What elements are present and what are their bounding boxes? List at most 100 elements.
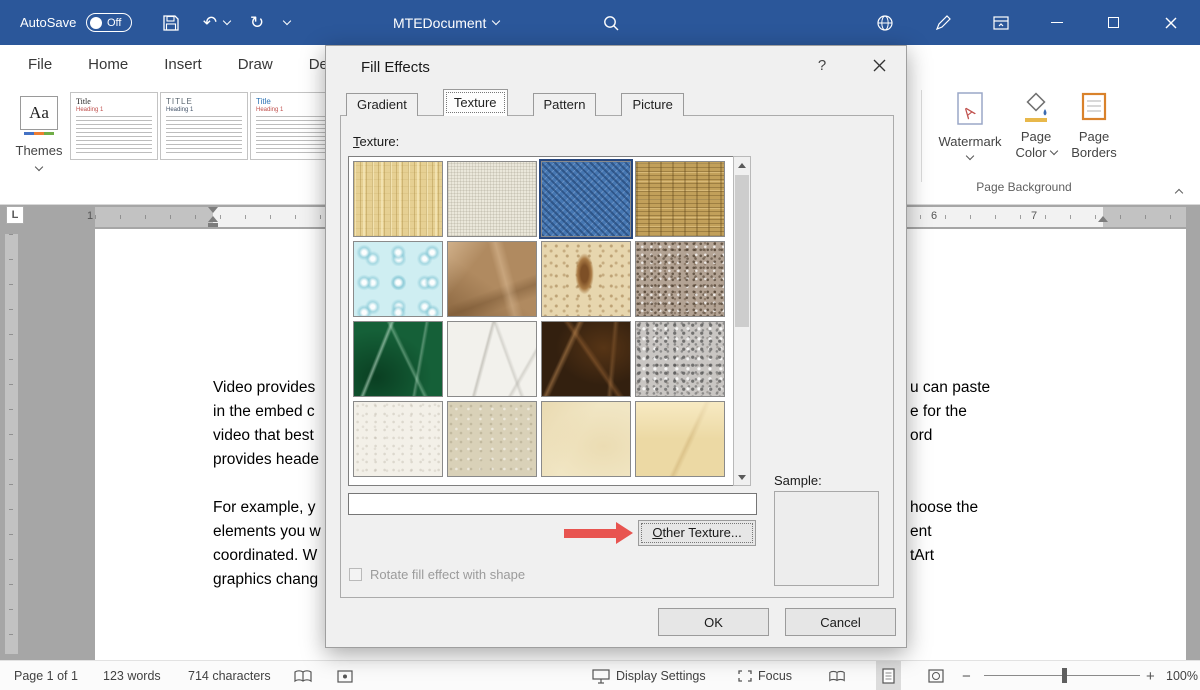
focus-button[interactable]: Focus [738, 661, 792, 690]
print-layout-icon[interactable] [876, 661, 901, 690]
texture-scrollbar[interactable] [733, 156, 751, 486]
dialog-tab-pattern[interactable]: Pattern [533, 93, 597, 116]
right-indent-marker[interactable] [1098, 216, 1108, 222]
undo-icon[interactable]: ↶ [197, 0, 223, 45]
document-text-line: coordinated. W [213, 544, 321, 568]
zoom-slider[interactable] [984, 675, 1140, 676]
fill-effects-dialog: Fill Effects ? GradientTexturePatternPic… [325, 45, 907, 648]
other-texture-button[interactable]: Other Texture... [638, 520, 756, 546]
web-layout-icon[interactable] [928, 661, 944, 690]
zoom-out-button[interactable]: − [962, 661, 971, 690]
focus-label: Focus [758, 669, 792, 683]
ribbon-tab-insert[interactable]: Insert [150, 45, 216, 85]
zoom-slider-thumb[interactable] [1062, 668, 1067, 683]
texture-swatch-recycled-paper[interactable] [447, 401, 537, 477]
page-borders-button[interactable]: Page Borders [1066, 91, 1122, 160]
texture-swatch-denim[interactable] [541, 161, 631, 237]
dialog-tab-picture[interactable]: Picture [621, 93, 683, 116]
focus-icon [738, 670, 752, 682]
texture-swatch-woven-mat[interactable] [635, 161, 725, 237]
texture-swatch-stationery[interactable] [635, 401, 725, 477]
monitor-icon [592, 669, 610, 684]
texture-swatch-parchment[interactable] [541, 401, 631, 477]
themes-button[interactable]: Aa Themes [12, 90, 66, 198]
close-icon[interactable] [1158, 0, 1184, 45]
collapse-ribbon-icon[interactable] [1176, 183, 1182, 201]
globe-icon[interactable] [872, 0, 898, 45]
group-divider [921, 90, 922, 182]
texture-swatch-brown-marble[interactable] [541, 321, 631, 397]
texture-swatch-water-droplets[interactable] [353, 241, 443, 317]
vertical-ruler [5, 234, 18, 654]
toolbar-chevron-icon[interactable] [284, 0, 290, 45]
ribbon-tab-home[interactable]: Home [74, 45, 142, 85]
dialog-close-icon[interactable] [864, 52, 894, 78]
texture-swatch-newsprint[interactable] [353, 401, 443, 477]
texture-name-input[interactable] [348, 493, 757, 515]
texture-swatch-sand[interactable] [635, 241, 725, 317]
texture-swatch-white-marble[interactable] [447, 321, 537, 397]
first-line-indent-marker[interactable] [208, 207, 218, 213]
maximize-icon[interactable] [1100, 0, 1126, 45]
minimize-icon[interactable] [1044, 0, 1070, 45]
tab-stop-selector[interactable]: L [6, 206, 24, 224]
document-text-line: elements you w [213, 520, 321, 544]
themes-label: Themes [16, 143, 63, 158]
search-icon[interactable] [598, 0, 624, 45]
watermark-button[interactable]: A Watermark [938, 91, 1002, 159]
dialog-tab-gradient[interactable]: Gradient [346, 93, 418, 116]
autosave-toggle[interactable]: Off [86, 13, 132, 32]
style-title: Title [76, 97, 152, 106]
texture-swatch-paper-bag[interactable] [447, 241, 537, 317]
scroll-down-icon[interactable] [734, 469, 750, 485]
undo-chevron-icon[interactable] [224, 0, 230, 45]
scroll-up-icon[interactable] [734, 157, 750, 173]
hanging-indent-marker[interactable] [208, 216, 218, 222]
cancel-button[interactable]: Cancel [785, 608, 896, 636]
dialog-tab-texture[interactable]: Texture [443, 89, 508, 116]
save-icon[interactable] [158, 0, 184, 45]
zoom-level[interactable]: 100% [1166, 661, 1198, 690]
ribbon-tab-draw[interactable]: Draw [224, 45, 287, 85]
document-text-line: For example, y [213, 496, 321, 520]
rotate-fill-checkbox[interactable] [349, 568, 362, 581]
document-text-line: ent [910, 520, 990, 544]
page-color-icon [1021, 91, 1051, 124]
zoom-in-button[interactable]: + [1146, 661, 1155, 690]
style-body-lines [166, 116, 242, 154]
display-settings-button[interactable]: Display Settings [592, 661, 706, 690]
read-mode-icon[interactable] [828, 661, 846, 690]
chevron-down-icon [1049, 147, 1057, 155]
autosave-label: AutoSave [20, 0, 76, 45]
page-borders-label-2: Borders [1071, 145, 1117, 160]
ribbon-display-options-icon[interactable] [988, 0, 1014, 45]
character-count[interactable]: 714 characters [188, 661, 271, 690]
texture-swatch-papyrus[interactable] [353, 161, 443, 237]
annotation-arrow-head [616, 522, 633, 544]
autosave-state: Off [107, 17, 121, 29]
ribbon-tab-file[interactable]: File [14, 45, 66, 85]
pen-icon[interactable] [930, 0, 956, 45]
texture-swatch-canvas[interactable] [447, 161, 537, 237]
page-color-button[interactable]: Page Color [1010, 91, 1062, 160]
style-body-lines [76, 116, 152, 154]
document-title[interactable]: MTEDocument [393, 0, 499, 45]
redo-icon[interactable]: ↻ [244, 0, 270, 45]
texture-swatch-green-marble[interactable] [353, 321, 443, 397]
texture-swatch-granite[interactable] [635, 321, 725, 397]
ruler-number: 7 [1031, 210, 1037, 222]
sample-label: Sample: [774, 473, 822, 488]
help-button[interactable]: ? [812, 57, 832, 74]
texture-swatch-fish-fossil[interactable] [541, 241, 631, 317]
ok-button[interactable]: OK [658, 608, 769, 636]
page-borders-icon [1079, 91, 1109, 122]
scrollbar-thumb[interactable] [735, 175, 749, 327]
annotation-arrow [564, 529, 616, 538]
macro-record-icon[interactable] [337, 661, 353, 690]
document-formatting-style-1[interactable]: Title Heading 1 [70, 92, 158, 160]
left-indent-marker[interactable] [208, 223, 218, 227]
page-indicator[interactable]: Page 1 of 1 [14, 661, 78, 690]
document-formatting-style-2[interactable]: TITLE Heading 1 [160, 92, 248, 160]
proofing-icon[interactable] [293, 661, 313, 690]
word-count[interactable]: 123 words [103, 661, 161, 690]
